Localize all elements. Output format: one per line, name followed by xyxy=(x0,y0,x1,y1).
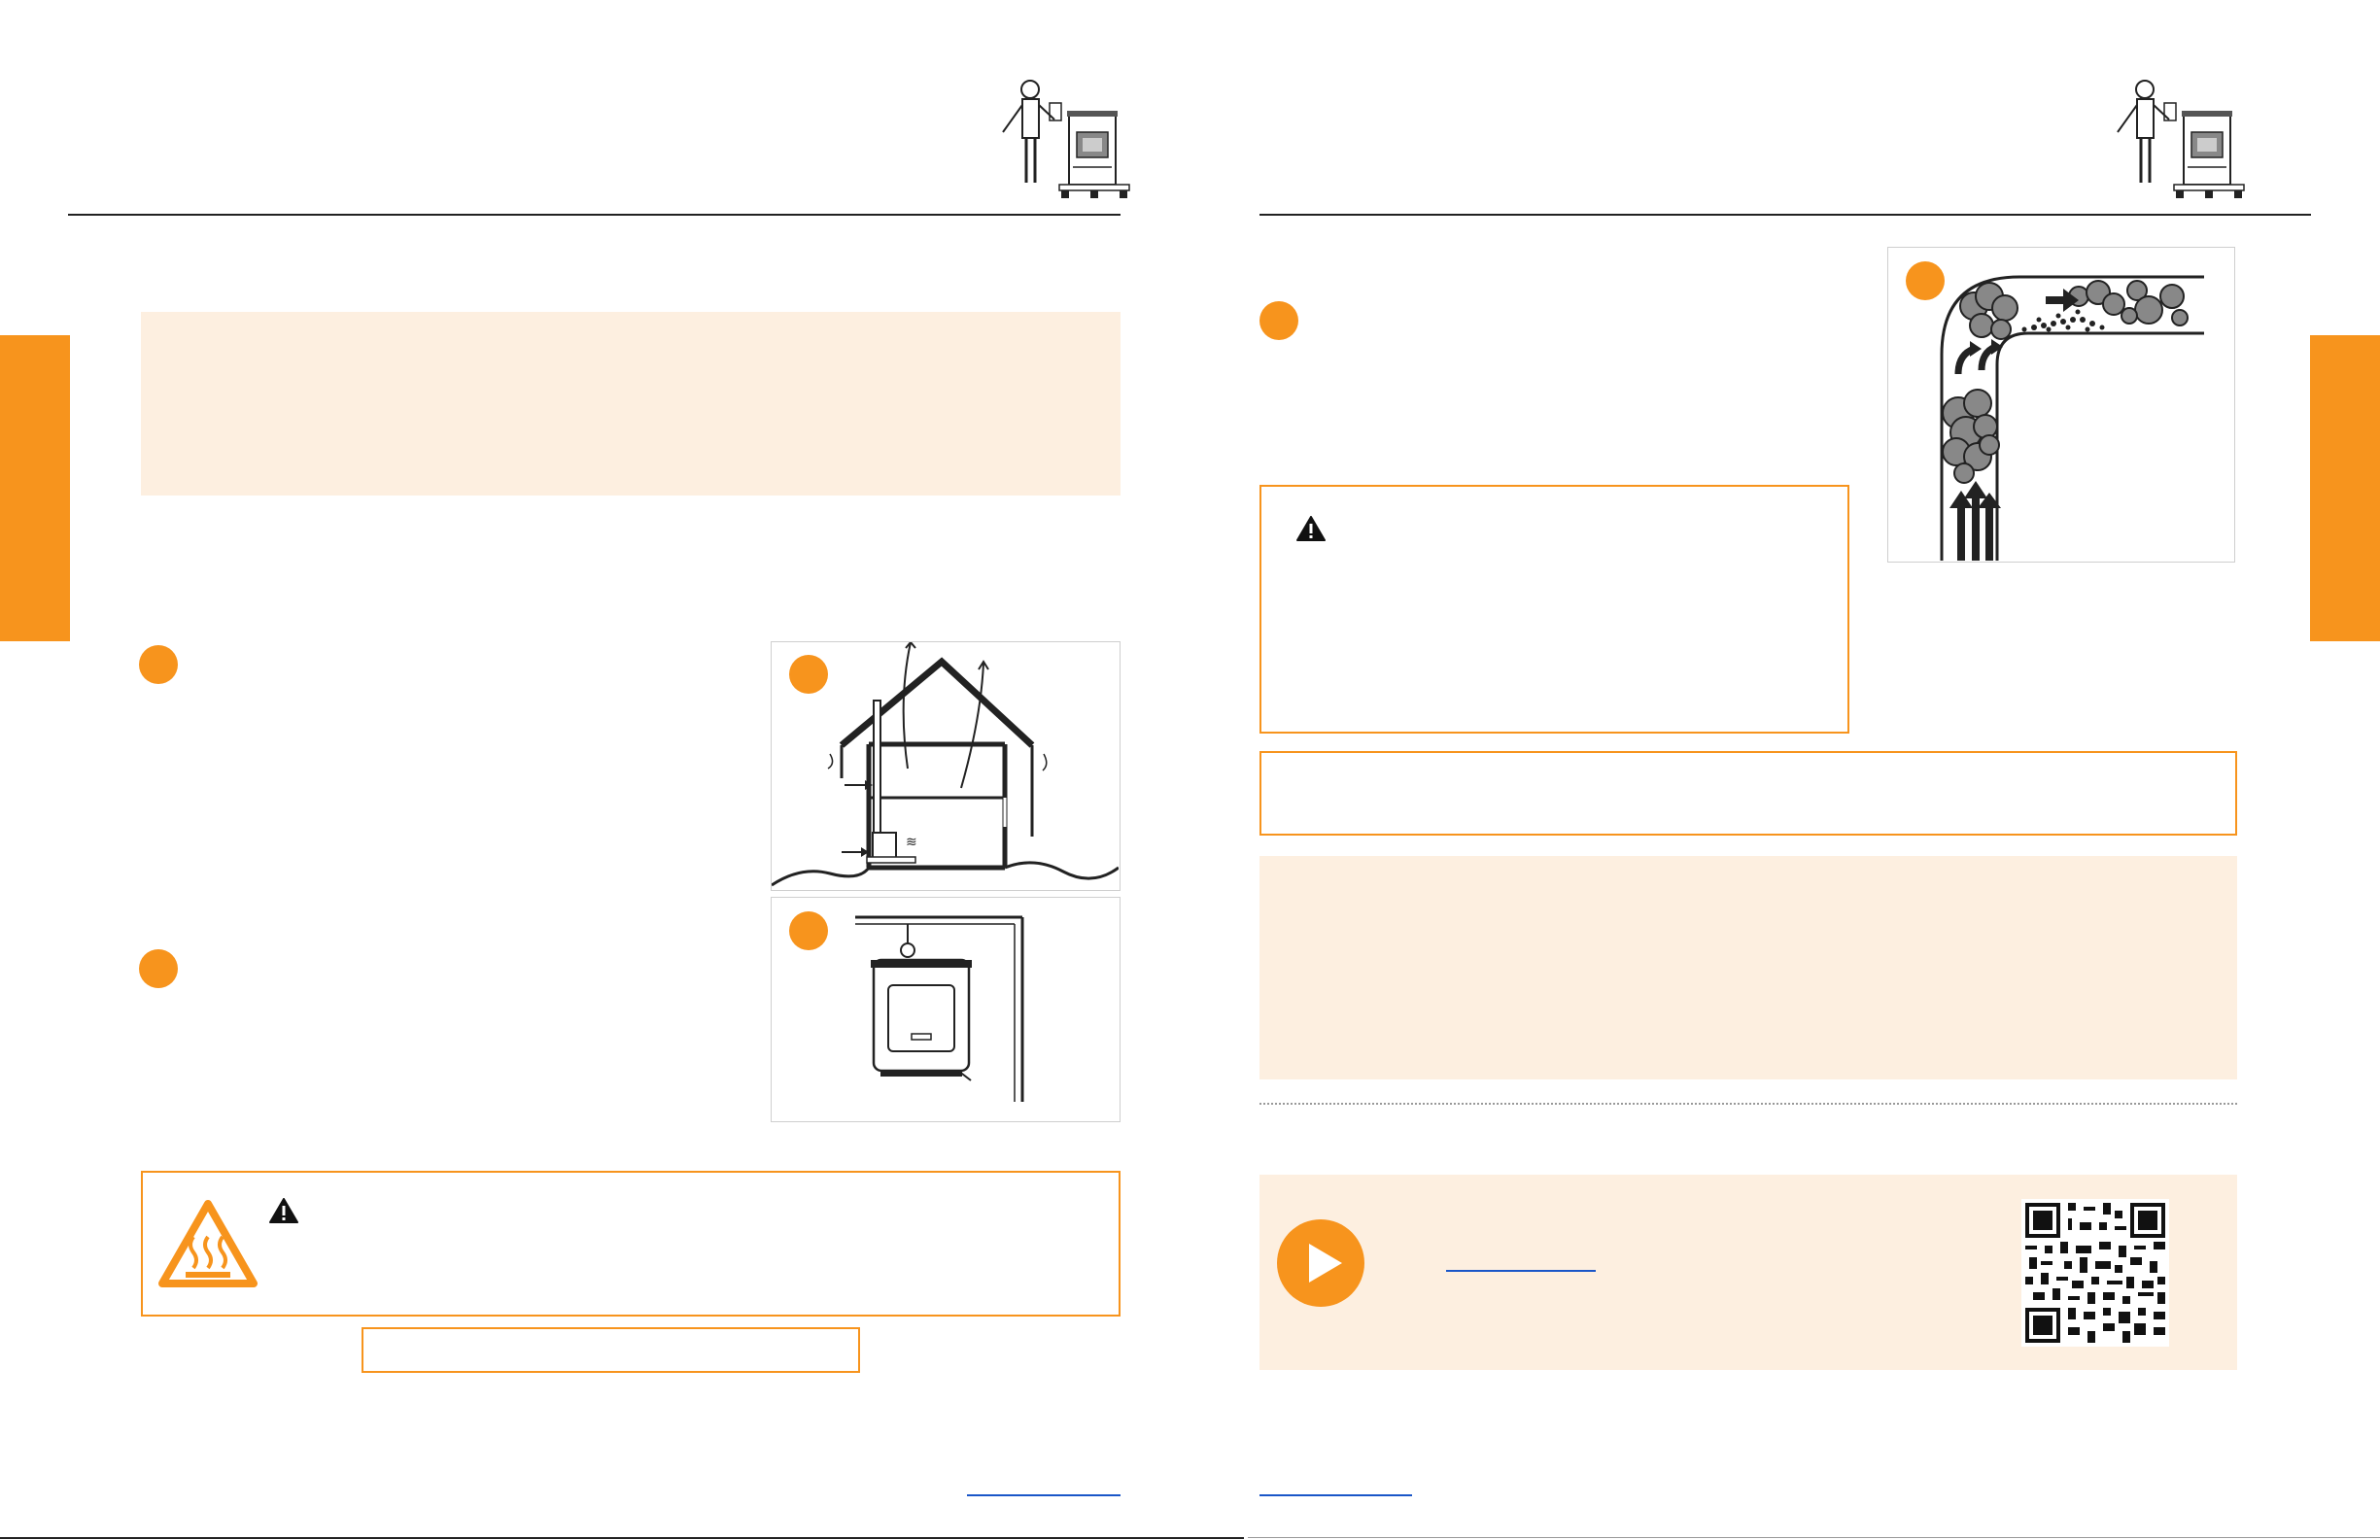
figure-house-chimney: ≋ xyxy=(771,641,1121,891)
footer-link-right[interactable] xyxy=(1259,1494,1412,1496)
info-callout-right xyxy=(1259,856,2237,1079)
svg-text:≋: ≋ xyxy=(906,835,917,850)
qr-code xyxy=(2021,1199,2169,1347)
section-tab-right xyxy=(2310,335,2380,641)
header-rule-right xyxy=(1259,214,2311,216)
play-icon[interactable] xyxy=(1276,1218,1365,1308)
video-callout xyxy=(1259,1175,2237,1370)
bottom-rule-left xyxy=(0,1537,1244,1539)
info-callout xyxy=(141,312,1121,496)
note-box xyxy=(362,1327,860,1373)
step-marker-1 xyxy=(139,645,178,684)
warning-triangle-icon xyxy=(269,1198,298,1223)
section-tab-left xyxy=(0,335,70,641)
soot-elbow-diagram xyxy=(1940,275,2204,561)
figure-soot-elbow xyxy=(1887,247,2235,563)
footer-link-left[interactable] xyxy=(967,1494,1121,1496)
video-link[interactable] xyxy=(1446,1270,1596,1272)
dotted-divider xyxy=(1259,1103,2237,1105)
figure-stove-corner xyxy=(771,897,1121,1122)
step-marker-2 xyxy=(139,949,178,988)
technician-with-stove-icon xyxy=(1002,80,1130,198)
header-rule-left xyxy=(68,214,1121,216)
warning-triangle-icon xyxy=(1296,516,1326,541)
notice-box xyxy=(1259,751,2237,836)
manual-spread: { "colors": { "accent": "#f7941d", "call… xyxy=(0,0,2380,1540)
stove-corner-diagram xyxy=(855,915,1024,1102)
bottom-rule-right xyxy=(1248,1537,2380,1538)
technician-with-stove-icon xyxy=(2117,80,2245,198)
hot-surface-icon xyxy=(158,1200,258,1287)
warning-box xyxy=(1259,485,1849,734)
house-chimney-diagram: ≋ xyxy=(772,642,1119,887)
step-marker-3 xyxy=(1259,301,1298,340)
hot-surface-warning-box xyxy=(141,1171,1121,1317)
